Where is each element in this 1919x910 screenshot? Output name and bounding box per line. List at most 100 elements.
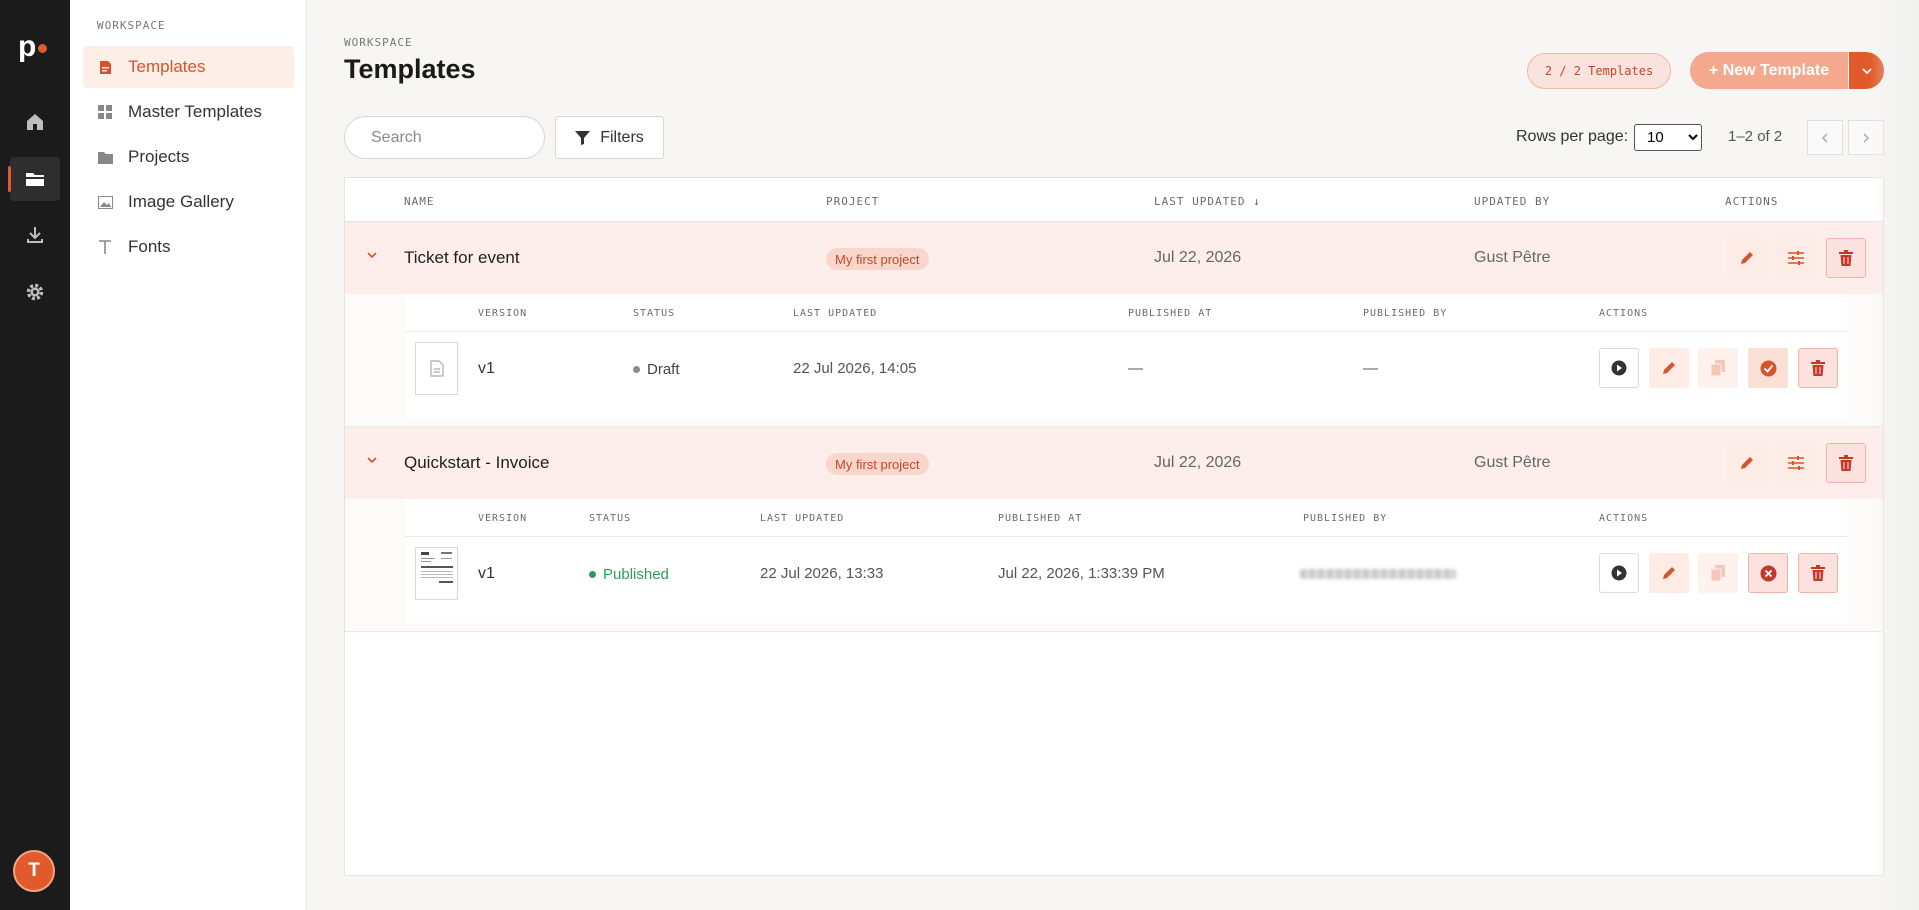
chevron-left-icon [1821,132,1828,143]
expand-toggle[interactable] [366,451,378,469]
icon-rail: p T [0,0,70,910]
template-row[interactable]: Quickstart - Invoice My first project Ju… [345,427,1883,499]
versions-column-status: STATUS [589,513,632,524]
trash-icon [1839,250,1853,266]
rail-download-button[interactable] [10,213,60,257]
template-row[interactable]: Ticket for event My first project Jul 22… [345,222,1883,294]
versions-column-status: STATUS [633,308,676,319]
versions-panel: VERSION STATUS LAST UPDATED PUBLISHED AT… [345,294,1883,427]
version-row[interactable]: v1 Draft 22 Jul 2026, 14:05 — — [405,332,1847,418]
rail-settings-button[interactable] [10,270,60,314]
last-updated: Jul 22, 2026 [1154,249,1242,266]
duplicate-version-button[interactable] [1698,553,1738,593]
column-header-name[interactable]: NAME [404,195,435,208]
logo-letter: p [18,30,37,63]
status-dot [589,571,596,578]
column-header-updated-by[interactable]: UPDATED BY [1474,195,1550,208]
copy-icon [1711,565,1725,581]
edit-version-button[interactable] [1649,553,1689,593]
preview-button[interactable] [1599,348,1639,388]
version-thumbnail[interactable] [415,342,458,395]
versions-column-published-by: PUBLISHED BY [1363,308,1448,319]
versions-column-version: VERSION [478,308,528,319]
gear-icon [26,283,44,301]
delete-version-button[interactable] [1798,348,1838,388]
play-icon [1611,565,1627,581]
version-thumbnail[interactable] [415,547,458,600]
delete-template-button[interactable] [1826,238,1866,278]
next-page-button[interactable] [1848,120,1884,155]
template-count-badge: 2 / 2 Templates [1527,53,1671,89]
versions-table: VERSION STATUS LAST UPDATED PUBLISHED AT… [405,294,1847,427]
image-icon [97,194,113,210]
column-header-actions: ACTIONS [1725,195,1779,208]
sliders-icon [1788,456,1804,470]
project-badge: My first project [826,248,929,270]
template-name[interactable]: Ticket for event [404,248,520,268]
version-label: v1 [478,565,495,582]
versions-header: VERSION STATUS LAST UPDATED PUBLISHED AT… [405,294,1847,332]
version-published-by: — [1363,360,1378,377]
column-header-project[interactable]: PROJECT [826,195,879,208]
copy-icon [1711,360,1725,376]
status-dot [633,366,640,373]
column-header-last-updated[interactable]: LAST UPDATED ↓ [1154,195,1261,208]
search-input[interactable] [344,116,545,159]
expand-toggle[interactable] [366,246,378,264]
rows-per-page-select[interactable]: 10 [1634,124,1702,151]
version-last-updated: 22 Jul 2026, 13:33 [760,565,884,582]
template-settings-button[interactable] [1776,443,1816,483]
status-badge: Published [589,566,669,583]
publish-version-button[interactable] [1748,348,1788,388]
sidebar-item-label: Templates [128,57,206,76]
versions-column-published-by: PUBLISHED BY [1303,513,1388,524]
sidebar-item-label: Master Templates [128,102,262,121]
user-avatar[interactable]: T [13,850,55,892]
rail-templates-button[interactable] [8,157,60,201]
unpublish-version-button[interactable] [1748,553,1788,593]
logo-dot [38,44,47,53]
status-text: Published [603,566,669,583]
trash-icon [1811,565,1825,581]
edit-template-button[interactable] [1727,443,1767,483]
edit-template-button[interactable] [1727,238,1767,278]
folder-icon [97,149,113,165]
sidebar-item-templates[interactable]: Templates [83,46,294,88]
version-last-updated: 22 Jul 2026, 14:05 [793,360,917,377]
project-badge: My first project [826,453,929,475]
app-logo[interactable]: p [18,30,54,64]
filters-button[interactable]: Filters [555,116,664,159]
sidebar-item-projects[interactable]: Projects [83,136,294,178]
duplicate-version-button[interactable] [1698,348,1738,388]
sidebar-item-fonts[interactable]: Fonts [83,226,294,268]
versions-column-last-updated: LAST UPDATED [760,513,845,524]
versions-panel: VERSION STATUS LAST UPDATED PUBLISHED AT… [345,499,1883,632]
prev-page-button[interactable] [1807,120,1843,155]
sidebar-section-label: WORKSPACE [97,19,166,32]
versions-table: VERSION STATUS LAST UPDATED PUBLISHED AT… [405,499,1847,632]
edit-version-button[interactable] [1649,348,1689,388]
chevron-down-icon [367,457,377,464]
versions-column-actions: ACTIONS [1599,513,1649,524]
version-row[interactable]: v1 Published 22 Jul 2026, 13:33 Jul 22, … [405,537,1847,623]
version-published-at: Jul 22, 2026, 1:33:39 PM [998,565,1165,582]
rows-per-page-label: Rows per page: [1516,128,1629,145]
folder-icon [26,173,44,186]
delete-template-button[interactable] [1826,443,1866,483]
template-name[interactable]: Quickstart - Invoice [404,453,550,473]
versions-header: VERSION STATUS LAST UPDATED PUBLISHED AT… [405,499,1847,537]
status-badge: Draft [633,361,680,378]
new-template-dropdown-button[interactable] [1849,52,1884,89]
sidebar-item-image-gallery[interactable]: Image Gallery [83,181,294,223]
x-circle-icon [1760,565,1776,581]
play-icon [1611,360,1627,376]
template-settings-button[interactable] [1776,238,1816,278]
rail-home-button[interactable] [10,100,60,144]
new-template-button[interactable]: + New Template [1690,52,1848,89]
grid-icon [97,104,113,120]
chevron-down-icon [367,252,377,259]
delete-version-button[interactable] [1798,553,1838,593]
preview-button[interactable] [1599,553,1639,593]
versions-column-actions: ACTIONS [1599,308,1649,319]
sidebar-item-master-templates[interactable]: Master Templates [83,91,294,133]
